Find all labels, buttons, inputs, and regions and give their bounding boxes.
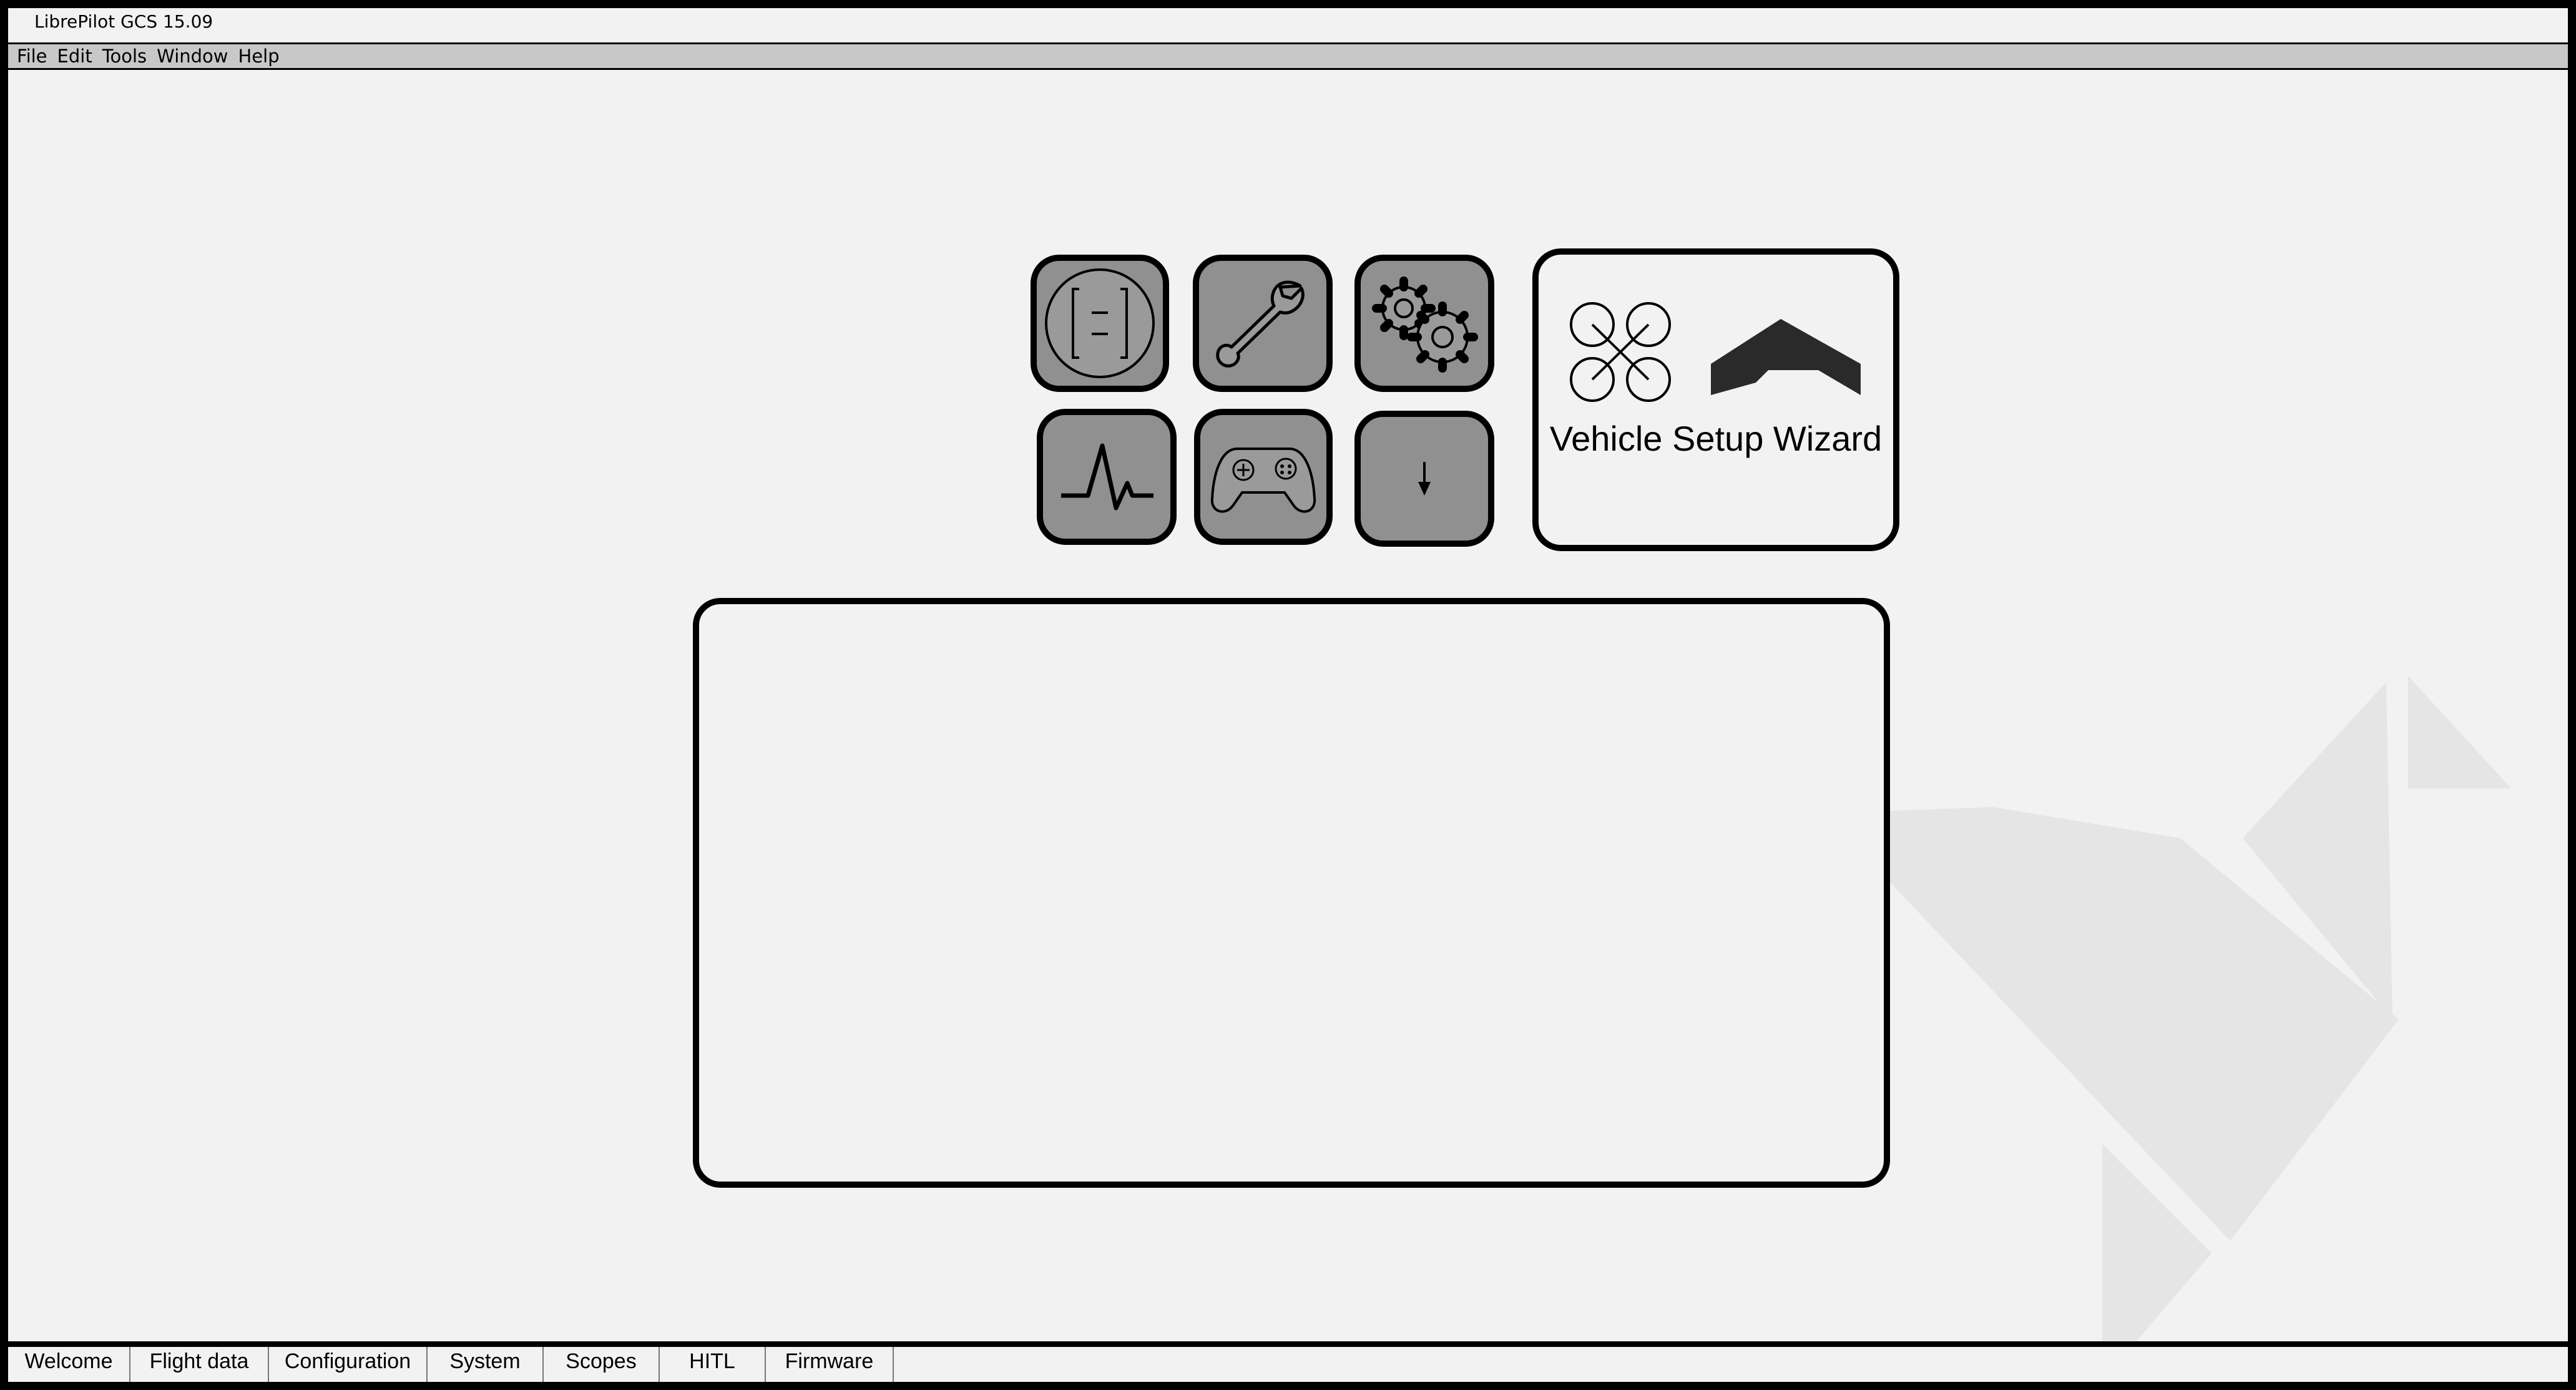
menu-window[interactable]: Window — [152, 45, 233, 67]
title-bar: LibrePilot GCS 15.09 — [8, 8, 2568, 36]
tab-firmware[interactable]: Firmware — [766, 1347, 894, 1382]
app-window: LibrePilot GCS 15.09 File Edit Tools Win… — [0, 0, 2576, 1390]
tab-system[interactable]: System — [428, 1347, 544, 1382]
tab-welcome[interactable]: Welcome — [8, 1347, 130, 1382]
window-title: LibrePilot GCS 15.09 — [34, 11, 213, 32]
vehicle-setup-wizard-label: Vehicle Setup Wizard — [1549, 419, 1883, 458]
scopes-tile[interactable] — [1037, 409, 1177, 545]
fixed-wing-icon — [1711, 319, 1861, 395]
firmware-tile[interactable] — [1354, 411, 1494, 547]
menu-tools[interactable]: Tools — [97, 45, 152, 67]
news-panel — [693, 598, 1890, 1188]
menu-help[interactable]: Help — [233, 45, 285, 67]
tab-scopes[interactable]: Scopes — [544, 1347, 660, 1382]
gamepad-icon — [1210, 448, 1316, 513]
multirotor-icon — [1570, 302, 1671, 402]
menu-file[interactable]: File — [8, 45, 52, 67]
configuration-tile[interactable] — [1193, 255, 1333, 392]
download-arrow-icon — [1418, 462, 1431, 496]
system-tile[interactable] — [1354, 255, 1494, 392]
tab-configuration[interactable]: Configuration — [269, 1347, 428, 1382]
tab-flight-data[interactable]: Flight data — [130, 1347, 269, 1382]
menu-bar: File Edit Tools Window Help — [8, 42, 2568, 70]
vehicle-setup-wizard-button[interactable]: Vehicle Setup Wizard — [1532, 248, 1899, 551]
hitl-tile[interactable] — [1194, 409, 1333, 545]
flight-data-tile[interactable] — [1031, 255, 1169, 392]
menu-edit[interactable]: Edit — [52, 45, 97, 67]
pulse-icon — [1061, 443, 1153, 511]
tab-hitl[interactable]: HITL — [660, 1347, 766, 1382]
attitude-indicator-icon — [1045, 268, 1155, 378]
wrench-icon — [1216, 280, 1305, 368]
mode-tab-bar: Welcome Flight data Configuration System… — [8, 1341, 2568, 1382]
gears-icon — [1372, 277, 1478, 373]
